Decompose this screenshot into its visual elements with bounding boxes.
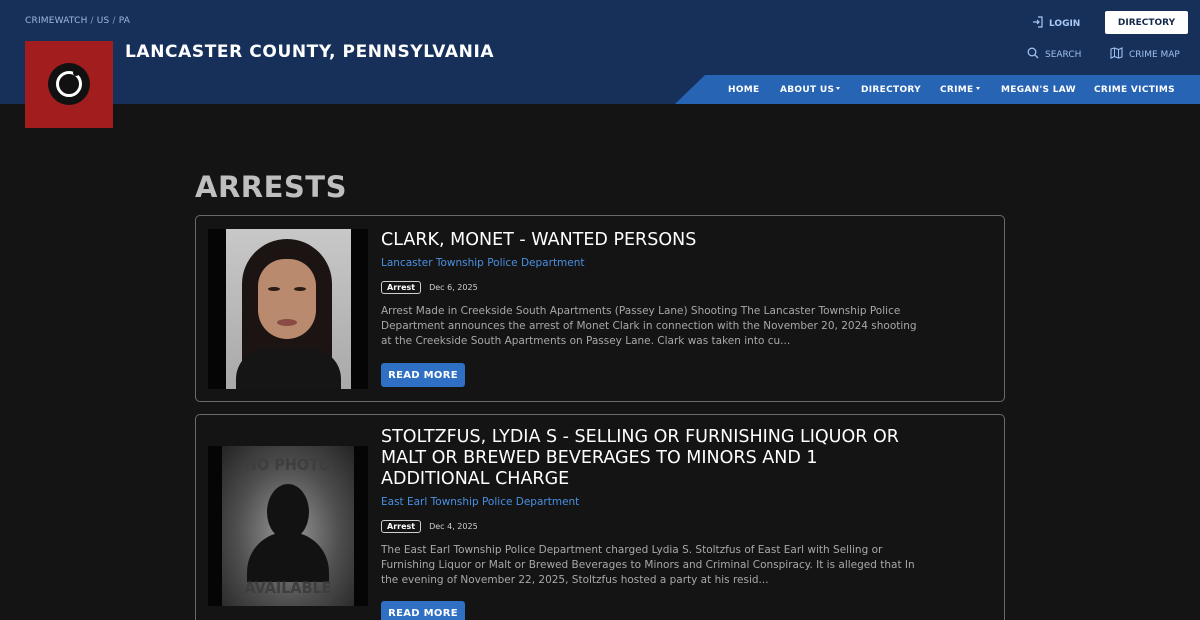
arrest-meta: Arrest Dec 6, 2025 (381, 281, 478, 294)
arrest-summary: The East Earl Township Police Department… (381, 544, 915, 586)
breadcrumb-us[interactable]: US (97, 16, 110, 26)
site-header: CRIMEWATCH / US / PA LANCASTER COUNTY, PENNS… (0, 0, 1200, 104)
arrest-date: Dec 6, 2025 (429, 283, 478, 292)
no-photo-text: NO PHOTO (244, 455, 332, 474)
available-text: AVAILABLE (244, 578, 332, 597)
chevron-down-icon (975, 87, 980, 90)
crime-map-label: CRIME MAP (1129, 49, 1180, 60)
agency-link[interactable]: Lancaster Township Police Department (381, 257, 585, 269)
nav-crime[interactable]: CRIME (940, 85, 980, 95)
nav-megans-law[interactable]: MEGAN'S LAW (1001, 85, 1076, 95)
nav-directory[interactable]: DIRECTORY (861, 85, 921, 95)
search-label: SEARCH (1045, 49, 1082, 60)
site-title[interactable]: LANCASTER COUNTY, PENNSYLVANIA (125, 42, 494, 62)
crimewatch-logo-icon (48, 63, 90, 105)
breadcrumb-pa[interactable]: PA (119, 16, 130, 26)
mugshot-photo[interactable] (208, 229, 368, 389)
agency-logo[interactable] (25, 41, 113, 128)
arrest-summary: Arrest Made in Creekside South Apartment… (381, 305, 917, 347)
arrest-date: Dec 4, 2025 (429, 522, 478, 531)
nav-about-us[interactable]: ABOUT US (780, 85, 841, 95)
nav-crime-label: CRIME (940, 85, 974, 95)
chevron-down-icon (836, 87, 841, 90)
main-nav: HOME ABOUT US DIRECTORY CRIME MEGAN'S LA… (675, 75, 1200, 104)
search-icon (1027, 47, 1039, 62)
breadcrumb: CRIMEWATCH / US / PA (25, 16, 131, 26)
arrest-title[interactable]: STOLTZFUS, LYDIA S - SELLING OR FURNISHI… (381, 427, 921, 490)
agency-link[interactable]: East Earl Township Police Department (381, 496, 579, 508)
arrest-card: CLARK, MONET - WANTED PERSONS Lancaster … (195, 215, 1005, 402)
map-icon (1110, 47, 1123, 62)
nav-about-us-label: ABOUT US (780, 85, 835, 95)
search-link[interactable]: SEARCH (1027, 47, 1081, 62)
login-label: LOGIN (1049, 18, 1081, 29)
arrest-title[interactable]: CLARK, MONET - WANTED PERSONS (381, 230, 921, 251)
crime-map-link[interactable]: CRIME MAP (1110, 47, 1180, 62)
breadcrumb-crimewatch[interactable]: CRIMEWATCH (25, 16, 88, 26)
read-more-button[interactable]: READ MORE (381, 363, 465, 387)
no-photo-placeholder[interactable]: NO PHOTO AVAILABLE (208, 446, 368, 606)
read-more-button[interactable]: READ MORE (381, 601, 465, 620)
page-title: ARRESTS (195, 170, 347, 204)
directory-button[interactable]: DIRECTORY (1105, 11, 1188, 34)
arrest-meta: Arrest Dec 4, 2025 (381, 520, 478, 533)
nav-crime-victims[interactable]: CRIME VICTIMS (1094, 85, 1175, 95)
login-icon (1032, 16, 1044, 31)
login-link[interactable]: LOGIN (1032, 16, 1080, 31)
arrest-badge: Arrest (381, 281, 422, 294)
arrest-card: NO PHOTO AVAILABLE STOLTZFUS, LYDIA S - … (195, 414, 1005, 620)
arrest-badge: Arrest (381, 520, 422, 533)
nav-home[interactable]: HOME (728, 85, 760, 95)
